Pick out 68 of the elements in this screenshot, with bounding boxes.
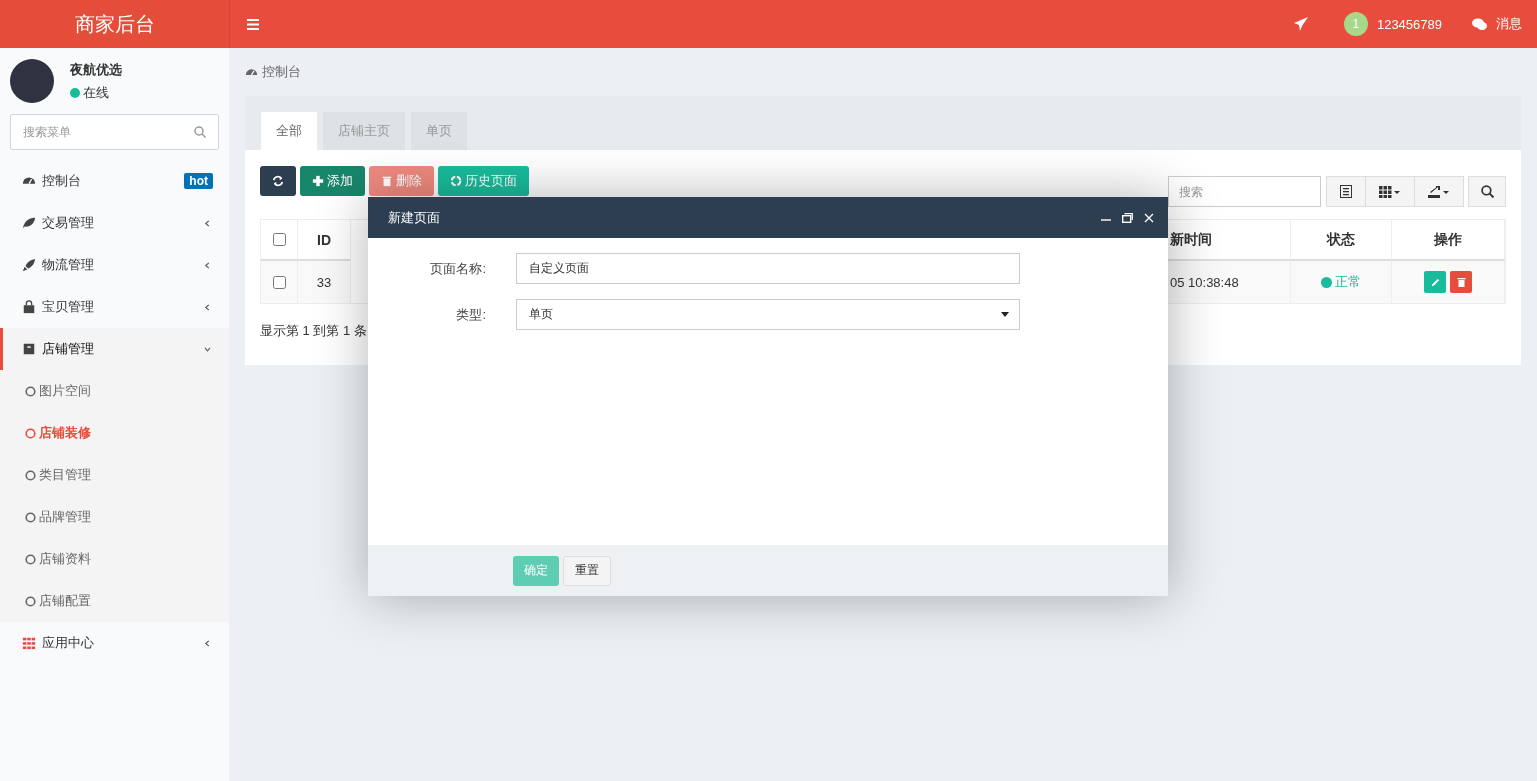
avatar-placeholder	[10, 59, 54, 103]
export-caret-icon	[1428, 185, 1450, 198]
circle-icon	[25, 427, 36, 439]
close-icon	[1144, 212, 1154, 223]
submenu-item[interactable]: 店铺资料	[0, 538, 229, 580]
dialog-title: 新建页面	[388, 208, 440, 227]
trash-icon	[1456, 277, 1466, 287]
paper-plane-icon	[1293, 17, 1308, 31]
chat-icon	[1472, 17, 1487, 31]
search-field[interactable]: 搜索菜单	[10, 114, 219, 150]
menu-icon	[247, 18, 259, 30]
select-field[interactable]: 单页	[516, 299, 1020, 330]
breadcrumb-link[interactable]: 控制台	[245, 48, 1521, 96]
archive-icon	[22, 342, 36, 356]
online-status: 在线	[70, 83, 122, 102]
leaf-icon	[22, 216, 36, 230]
submenu-item[interactable]: 店铺配置	[0, 580, 229, 622]
submenu-item[interactable]: 品牌管理	[0, 496, 229, 538]
submenu-item[interactable]: 类目管理	[0, 454, 229, 496]
circle-icon	[25, 385, 36, 397]
search-icon	[194, 126, 206, 138]
messages-button[interactable]: 消息	[1457, 0, 1537, 48]
row-checkbox[interactable]	[272, 275, 286, 289]
sidebar-item[interactable]: 店铺管理	[0, 328, 229, 370]
status-label: 正常	[1321, 273, 1361, 291]
caret-icon	[204, 219, 211, 227]
grid-icon	[22, 636, 36, 650]
export-button[interactable]	[1414, 176, 1464, 207]
maximize-icon	[1122, 212, 1133, 223]
trash-icon	[381, 175, 393, 187]
shopping-bag-icon	[22, 300, 36, 314]
reset-button[interactable]: 重置	[563, 555, 611, 586]
select-all-checkbox[interactable]	[272, 233, 286, 246]
hot-badge: hot	[184, 173, 213, 189]
tab[interactable]: 全部	[261, 112, 317, 150]
refresh-icon	[272, 175, 284, 187]
caret-icon	[204, 639, 211, 647]
input-field[interactable]: 自定义页面	[516, 253, 1020, 284]
plus-icon	[312, 175, 324, 187]
caret-icon	[204, 303, 211, 311]
search-button[interactable]	[1468, 176, 1506, 207]
user-menu[interactable]: 1 123456789	[1328, 0, 1457, 48]
circle-icon	[25, 469, 36, 481]
search-icon	[1480, 185, 1494, 198]
submenu-item[interactable]: 图片空间	[0, 370, 229, 412]
view-toggle-button[interactable]	[1326, 176, 1366, 207]
caret-down-icon	[1001, 312, 1009, 317]
pagination-info: 显示第 1 到第 1 条	[260, 322, 367, 340]
caret-icon	[204, 345, 211, 353]
circle-icon	[25, 595, 36, 607]
search-field[interactable]: 搜索	[1168, 176, 1321, 207]
field-label: 类型:	[455, 305, 486, 324]
user-name: 夜航优选	[70, 60, 122, 79]
minimize-icon	[1101, 218, 1111, 221]
delete-row-button[interactable]	[1450, 271, 1472, 293]
table-cell: 33	[298, 261, 351, 303]
list-icon	[1340, 185, 1352, 198]
columns-button[interactable]	[1365, 176, 1415, 207]
grid-caret-icon	[1379, 185, 1401, 198]
add-button[interactable]: 添加	[300, 166, 365, 196]
pencil-icon	[1430, 277, 1440, 287]
circle-icon	[25, 553, 36, 565]
caret-icon	[204, 261, 211, 269]
field-label: 页面名称:	[429, 259, 486, 278]
circle-icon	[25, 511, 36, 523]
user-avatar: 1	[1343, 12, 1368, 36]
refresh-button[interactable]	[260, 166, 296, 196]
submenu-item[interactable]: 店铺装修	[0, 412, 229, 454]
